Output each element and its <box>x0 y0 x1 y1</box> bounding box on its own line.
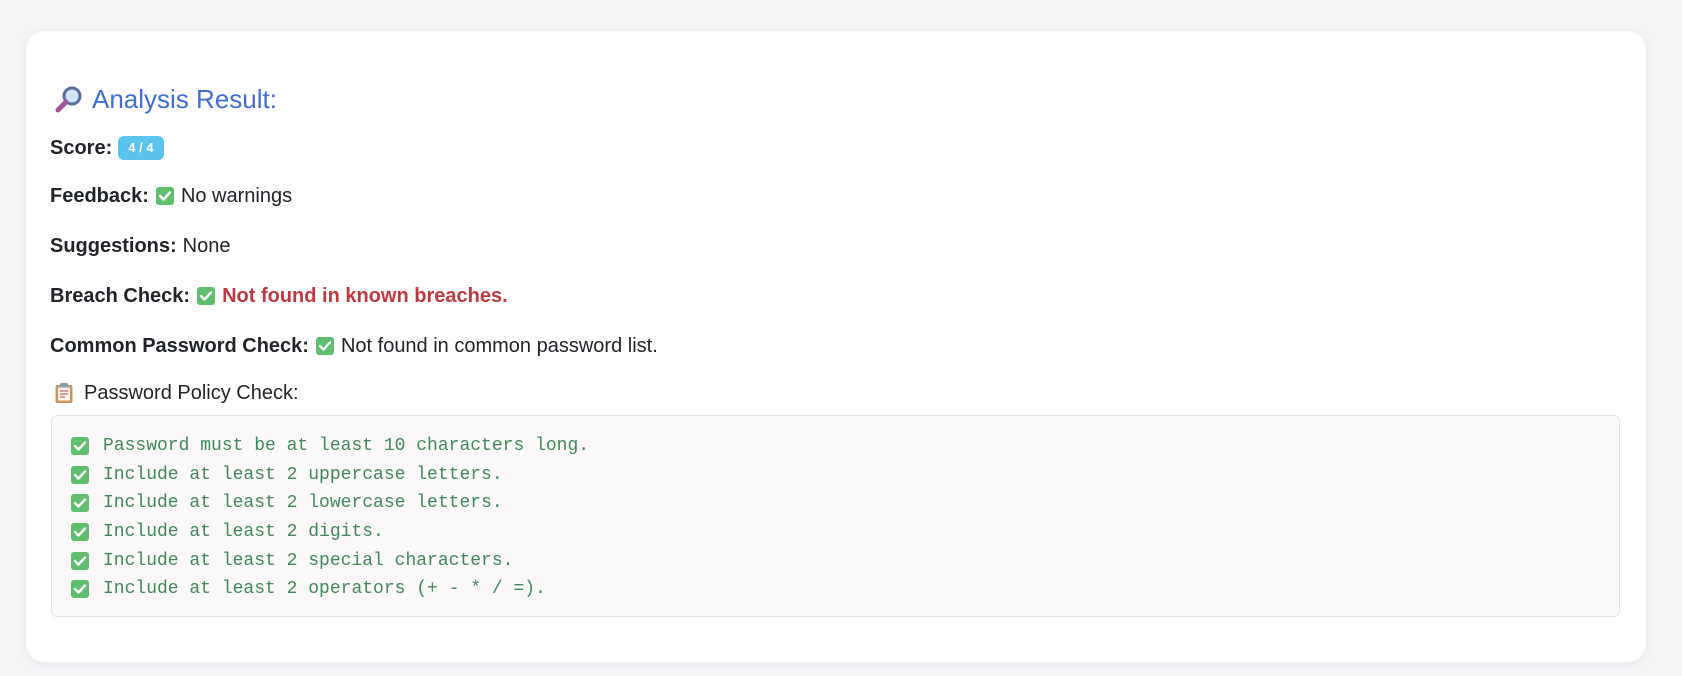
common-password-check-row: Common Password Check: Not found in comm… <box>50 333 658 359</box>
policy-item-text: Password must be at least 10 characters … <box>103 436 590 457</box>
policy-item-text: Include at least 2 uppercase letters. <box>103 464 503 485</box>
common-password-check-value: Not found in common password list. <box>340 335 658 357</box>
policy-item-text: Include at least 2 lowercase letters. <box>103 493 503 514</box>
policy-item: Include at least 2 digits. <box>70 518 1601 547</box>
clipboard-icon <box>54 382 74 404</box>
suggestions-label: Suggestions: <box>50 235 177 257</box>
suggestions-value: None <box>182 235 231 257</box>
password-policy-heading-text: Password Policy Check: <box>84 382 299 404</box>
policy-item: Include at least 2 special characters. <box>70 546 1601 575</box>
check-mark-button-icon <box>70 493 90 513</box>
check-mark-button-icon <box>155 186 175 206</box>
password-policy-list: Password must be at least 10 characters … <box>70 432 1601 604</box>
common-password-check-label: Common Password Check: <box>50 335 309 357</box>
analysis-result-title: Analysis Result: <box>54 82 277 116</box>
password-policy-results: Password must be at least 10 characters … <box>51 415 1620 617</box>
policy-item-text: Include at least 2 special characters. <box>103 550 514 571</box>
check-mark-button-icon <box>70 465 90 485</box>
score-row: Score: 4 / 4 <box>50 135 164 161</box>
feedback-value: No warnings <box>180 185 293 207</box>
feedback-row: Feedback: No warnings <box>50 183 292 209</box>
breach-check-value: Not found in known breaches. <box>222 285 508 307</box>
policy-item: Include at least 2 operators (+ - * / =)… <box>70 575 1601 604</box>
breach-check-row: Breach Check: Not found in known breache… <box>50 283 508 309</box>
magnifier-icon <box>54 84 84 114</box>
policy-item: Include at least 2 uppercase letters. <box>70 461 1601 490</box>
suggestions-row: Suggestions: None <box>50 233 230 259</box>
policy-item: Include at least 2 lowercase letters. <box>70 489 1601 518</box>
score-label: Score: <box>50 137 113 159</box>
policy-item-text: Include at least 2 digits. <box>103 522 384 543</box>
feedback-label: Feedback: <box>50 185 149 207</box>
title-text: Analysis Result: <box>92 84 277 114</box>
check-mark-button-icon <box>315 336 335 356</box>
breach-check-label: Breach Check: <box>50 285 191 307</box>
check-mark-button-icon <box>196 286 216 306</box>
check-mark-button-icon <box>70 579 90 599</box>
score-badge: 4 / 4 <box>118 136 164 160</box>
check-mark-button-icon <box>70 522 90 542</box>
policy-item-text: Include at least 2 operators (+ - * / =)… <box>103 579 546 600</box>
check-mark-button-icon <box>70 436 90 456</box>
password-policy-heading: Password Policy Check: <box>54 380 299 406</box>
check-mark-button-icon <box>70 551 90 571</box>
policy-item: Password must be at least 10 characters … <box>70 432 1601 461</box>
